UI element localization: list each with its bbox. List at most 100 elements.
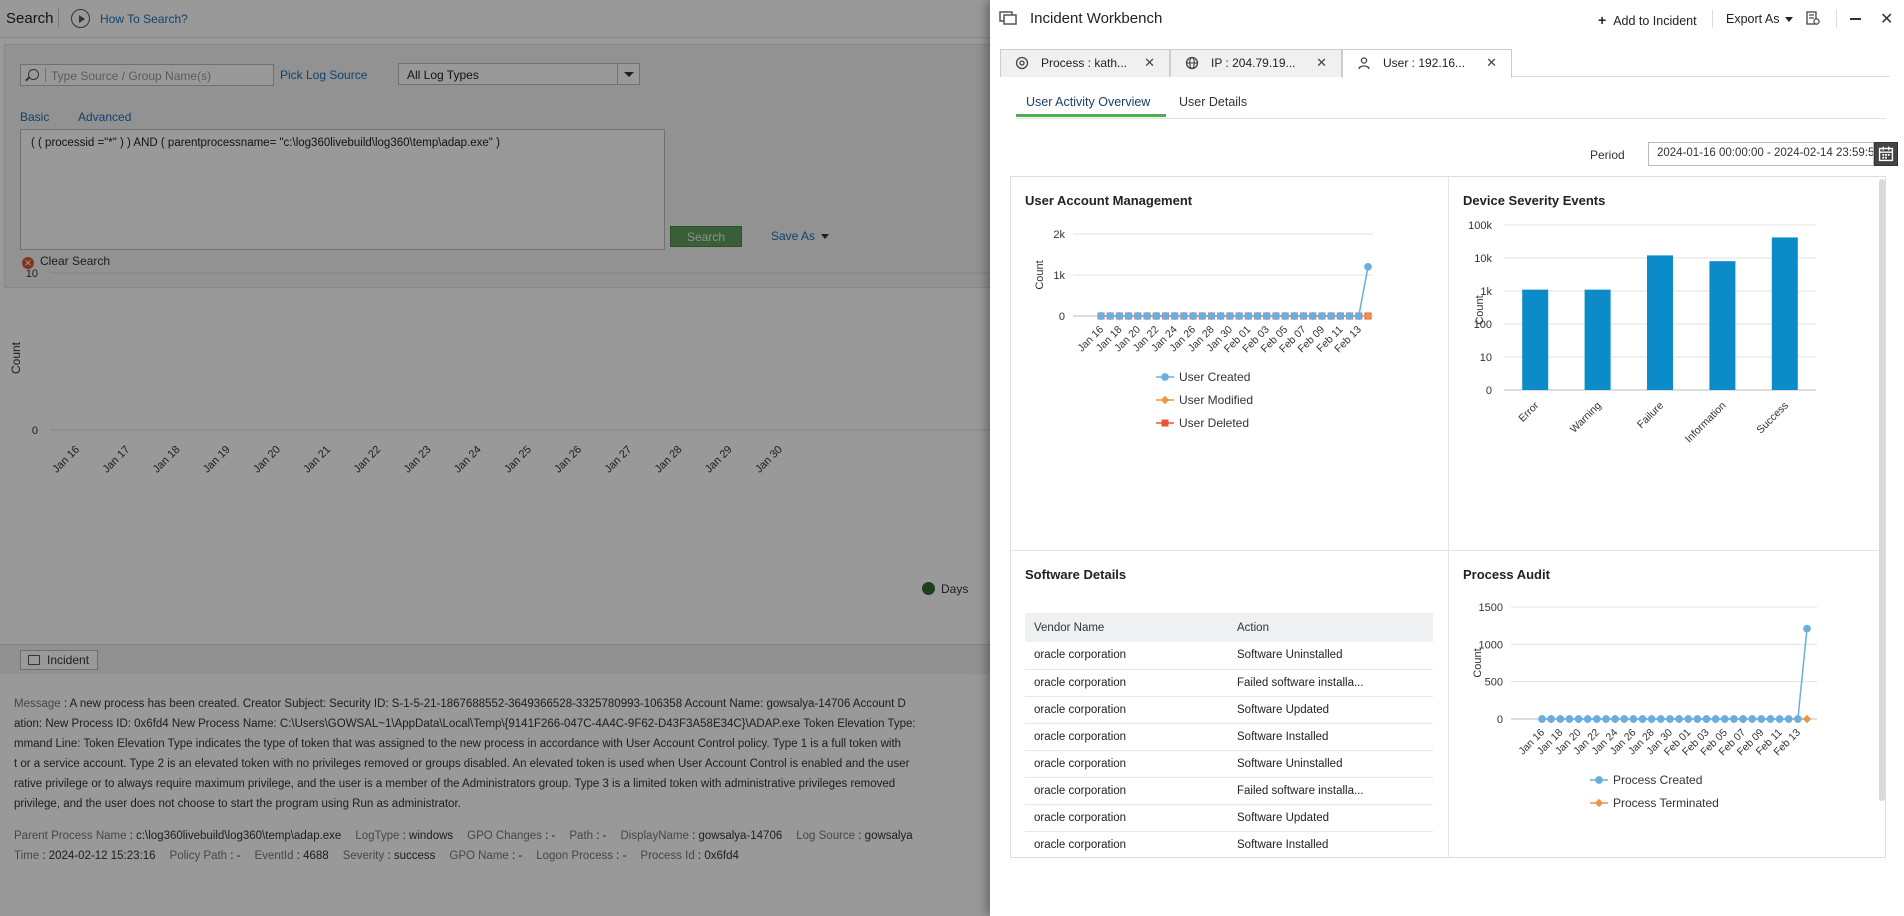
data-point[interactable] [1133,312,1142,320]
data-point[interactable] [1235,312,1243,320]
data-point[interactable] [1336,312,1345,320]
data-point[interactable] [1207,312,1216,320]
data-point[interactable] [1794,715,1802,723]
data-point[interactable] [1345,312,1354,320]
data-point[interactable] [1547,715,1555,723]
data-point[interactable] [1354,312,1363,320]
tab-user-activity-overview[interactable]: User Activity Overview [1026,95,1150,109]
legend-label[interactable]: User Created [1179,370,1250,384]
table-row[interactable]: oracle corporation Software Uninstalled [1025,642,1433,670]
bar[interactable] [1584,289,1611,390]
add-to-incident-button[interactable]: + Add to Incident [1598,12,1697,28]
data-point[interactable] [1115,312,1124,320]
data-point[interactable] [1666,715,1674,723]
table-row[interactable]: oracle corporation Failed software instal… [1025,669,1433,697]
data-point[interactable] [1364,262,1372,271]
bar[interactable] [1647,255,1673,390]
tab-process[interactable]: Process : kath... ✕ [1000,49,1170,77]
data-point[interactable] [1143,312,1151,320]
data-point[interactable] [1226,312,1234,320]
data-point[interactable] [1262,312,1271,320]
data-point[interactable] [1556,715,1565,723]
tab-user-details[interactable]: User Details [1179,95,1247,109]
data-point[interactable] [1757,715,1766,723]
data-point[interactable] [1244,312,1253,320]
data-point[interactable] [1602,715,1610,723]
legend-label[interactable]: Process Terminated [1613,796,1719,810]
period-input[interactable]: 2024-01-16 00:00:00 - 2024-02-14 23:59:5… [1648,142,1874,166]
data-point[interactable] [1766,715,1775,723]
table-row[interactable]: oracle corporation Software Installed [1025,831,1433,857]
column-header-vendor[interactable]: Vendor Name [1025,613,1228,642]
data-point[interactable] [1702,715,1711,723]
data-point[interactable] [1272,312,1280,320]
legend-label[interactable]: User Modified [1179,393,1253,407]
tab-user[interactable]: User : 192.16... ✕ [1342,49,1512,78]
tab-ip[interactable]: IP : 204.79.19... ✕ [1170,49,1342,77]
data-point[interactable] [1629,715,1638,723]
data-point[interactable] [1327,312,1336,320]
data-point[interactable] [1097,312,1105,320]
legend-marker[interactable] [1594,798,1604,808]
close-icon[interactable]: ✕ [1880,9,1893,29]
data-point[interactable] [1318,312,1326,320]
minimize-icon[interactable] [1850,18,1861,20]
data-point[interactable] [1802,714,1812,724]
data-point[interactable] [1684,715,1693,723]
data-point[interactable] [1784,715,1793,723]
data-point[interactable] [1170,312,1179,320]
data-point[interactable] [1748,715,1757,723]
legend-marker[interactable] [1160,395,1170,405]
data-point[interactable] [1565,715,1574,723]
data-point[interactable] [1775,715,1784,723]
export-as-dropdown[interactable]: Export As [1726,12,1793,26]
legend-label[interactable]: User Deleted [1179,416,1249,430]
data-point[interactable] [1693,715,1702,723]
bar[interactable] [1709,261,1736,390]
data-point[interactable] [1124,312,1133,320]
close-tab-icon[interactable]: ✕ [1486,50,1497,76]
data-point[interactable] [1803,624,1811,633]
data-point[interactable] [1620,715,1629,723]
data-point[interactable] [1189,312,1197,320]
legend-marker[interactable] [1161,373,1169,381]
legend-label[interactable]: Process Created [1613,773,1702,787]
data-point[interactable] [1730,715,1738,723]
data-point[interactable] [1281,312,1289,320]
calendar-icon[interactable] [1874,142,1898,166]
data-point[interactable] [1161,312,1170,320]
data-point[interactable] [1198,312,1207,320]
data-point[interactable] [1583,715,1592,723]
data-point[interactable] [1180,312,1188,320]
data-point[interactable] [1675,715,1683,723]
data-point[interactable] [1253,312,1262,320]
data-point[interactable] [1574,715,1583,723]
table-row[interactable]: oracle corporation Software Updated [1025,696,1433,724]
table-row[interactable]: oracle corporation Failed software instal… [1025,777,1433,805]
legend-marker[interactable] [1595,776,1603,784]
table-row[interactable]: oracle corporation Software Updated [1025,804,1433,832]
bar[interactable] [1522,289,1549,390]
data-point[interactable] [1638,715,1647,723]
data-point[interactable] [1299,312,1308,320]
dashboard-scrollbar[interactable] [1879,179,1885,801]
bar[interactable] [1771,237,1798,390]
data-point[interactable] [1711,715,1720,723]
table-row[interactable]: oracle corporation Software Uninstalled [1025,750,1433,778]
data-point[interactable] [1538,715,1546,723]
data-point[interactable] [1290,312,1299,320]
close-tab-icon[interactable]: ✕ [1144,50,1155,76]
data-point[interactable] [1656,715,1665,723]
data-point[interactable] [1739,715,1747,723]
data-point[interactable] [1611,715,1619,723]
report-icon[interactable] [1806,11,1820,25]
legend-marker[interactable] [1161,419,1169,427]
close-tab-icon[interactable]: ✕ [1316,50,1327,76]
data-point[interactable] [1308,312,1317,320]
column-header-action[interactable]: Action [1228,613,1433,642]
data-point[interactable] [1106,312,1115,320]
data-point[interactable] [1592,715,1601,723]
data-point[interactable] [1152,312,1161,320]
data-point[interactable] [1216,312,1225,320]
data-point[interactable] [1720,715,1729,723]
